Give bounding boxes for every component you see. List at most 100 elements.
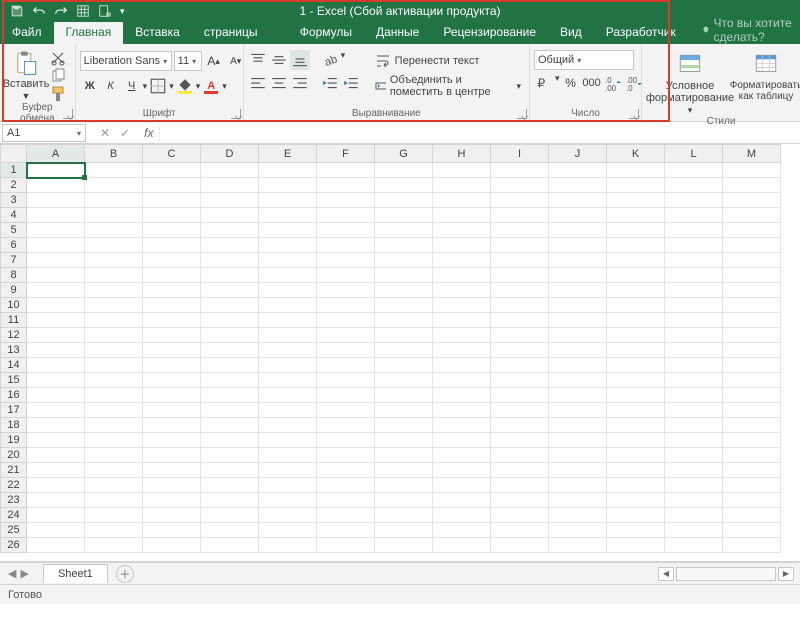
decrease-font-icon[interactable]: A▾ xyxy=(226,51,246,71)
cell[interactable] xyxy=(85,343,143,358)
spreadsheet-grid[interactable]: ABCDEFGHIJKLM123456789101112131415161718… xyxy=(0,144,800,562)
cell[interactable] xyxy=(549,403,607,418)
cell[interactable] xyxy=(317,418,375,433)
cell[interactable] xyxy=(433,253,491,268)
cell[interactable] xyxy=(375,478,433,493)
cell[interactable] xyxy=(259,268,317,283)
cell[interactable] xyxy=(665,223,723,238)
name-box[interactable]: A1 xyxy=(2,124,86,142)
cell[interactable] xyxy=(375,493,433,508)
row-header[interactable]: 19 xyxy=(1,433,27,448)
format-painter-icon[interactable] xyxy=(50,86,66,102)
cell[interactable] xyxy=(85,193,143,208)
cell[interactable] xyxy=(433,403,491,418)
align-top-icon[interactable] xyxy=(248,50,268,70)
cell[interactable] xyxy=(27,268,85,283)
column-header[interactable]: L xyxy=(665,145,723,163)
row-header[interactable]: 6 xyxy=(1,238,27,253)
row-header[interactable]: 7 xyxy=(1,253,27,268)
cell[interactable] xyxy=(665,403,723,418)
cell[interactable] xyxy=(259,388,317,403)
cell[interactable] xyxy=(491,283,549,298)
cell[interactable] xyxy=(375,223,433,238)
tab-home[interactable]: Главная xyxy=(54,21,124,44)
cell[interactable] xyxy=(85,403,143,418)
accounting-format-icon[interactable]: ₽ xyxy=(534,73,554,93)
cell[interactable] xyxy=(723,433,781,448)
cell[interactable] xyxy=(317,238,375,253)
cell[interactable] xyxy=(375,388,433,403)
column-header[interactable]: H xyxy=(433,145,491,163)
cell[interactable] xyxy=(317,268,375,283)
cell[interactable] xyxy=(27,193,85,208)
cell[interactable] xyxy=(433,508,491,523)
column-header[interactable]: J xyxy=(549,145,607,163)
cell[interactable] xyxy=(549,418,607,433)
horizontal-scrollbar[interactable]: ◀ ▶ xyxy=(658,567,800,581)
qat-extra-icon[interactable] xyxy=(98,4,112,18)
cell[interactable] xyxy=(317,433,375,448)
cell[interactable] xyxy=(201,493,259,508)
decrease-decimal-icon[interactable]: .00.0 xyxy=(624,73,644,93)
tab-review[interactable]: Рецензирование xyxy=(431,21,548,44)
cell[interactable] xyxy=(433,388,491,403)
cell[interactable] xyxy=(607,478,665,493)
cell[interactable] xyxy=(27,208,85,223)
cell[interactable] xyxy=(201,538,259,553)
cell[interactable] xyxy=(259,478,317,493)
cell[interactable] xyxy=(201,313,259,328)
cell[interactable] xyxy=(607,403,665,418)
row-header[interactable]: 14 xyxy=(1,358,27,373)
cell[interactable] xyxy=(27,253,85,268)
cell[interactable] xyxy=(723,478,781,493)
cell[interactable] xyxy=(549,388,607,403)
cell[interactable] xyxy=(27,283,85,298)
cell[interactable] xyxy=(375,463,433,478)
chevron-down-icon[interactable]: ▾ xyxy=(555,73,560,93)
cell[interactable] xyxy=(143,508,201,523)
cell[interactable] xyxy=(201,478,259,493)
row-header[interactable]: 23 xyxy=(1,493,27,508)
row-header[interactable]: 18 xyxy=(1,418,27,433)
copy-icon[interactable] xyxy=(50,68,66,84)
tab-insert[interactable]: Вставка xyxy=(123,21,192,44)
cell[interactable] xyxy=(607,283,665,298)
row-header[interactable]: 2 xyxy=(1,178,27,193)
cell[interactable] xyxy=(607,343,665,358)
cell[interactable] xyxy=(27,313,85,328)
cell[interactable] xyxy=(27,433,85,448)
cell[interactable] xyxy=(259,418,317,433)
cell[interactable] xyxy=(27,358,85,373)
cell[interactable] xyxy=(143,433,201,448)
cancel-icon[interactable]: ✕ xyxy=(100,126,110,140)
cell[interactable] xyxy=(85,463,143,478)
scroll-left-icon[interactable]: ◀ xyxy=(658,567,674,581)
orientation-icon[interactable]: ab xyxy=(320,50,340,70)
cell[interactable] xyxy=(27,238,85,253)
cell[interactable] xyxy=(549,448,607,463)
cell[interactable] xyxy=(375,283,433,298)
cell[interactable] xyxy=(433,493,491,508)
cell[interactable] xyxy=(607,523,665,538)
cell[interactable] xyxy=(665,358,723,373)
font-size-select[interactable]: 11 xyxy=(174,51,202,71)
cell[interactable] xyxy=(317,448,375,463)
cell[interactable] xyxy=(259,253,317,268)
cell[interactable] xyxy=(259,493,317,508)
select-all-corner[interactable] xyxy=(1,145,27,163)
cell[interactable] xyxy=(549,343,607,358)
cell[interactable] xyxy=(433,208,491,223)
sheet-next-icon[interactable]: ▶ xyxy=(20,567,28,580)
cell[interactable] xyxy=(665,268,723,283)
cell[interactable] xyxy=(491,478,549,493)
cell[interactable] xyxy=(665,538,723,553)
cell[interactable] xyxy=(143,343,201,358)
chevron-down-icon[interactable]: ▾ xyxy=(196,81,201,92)
cell[interactable] xyxy=(665,253,723,268)
cell[interactable] xyxy=(433,523,491,538)
cell[interactable] xyxy=(85,523,143,538)
cell[interactable] xyxy=(201,193,259,208)
cell[interactable] xyxy=(549,373,607,388)
cell[interactable] xyxy=(259,313,317,328)
cell[interactable] xyxy=(85,493,143,508)
